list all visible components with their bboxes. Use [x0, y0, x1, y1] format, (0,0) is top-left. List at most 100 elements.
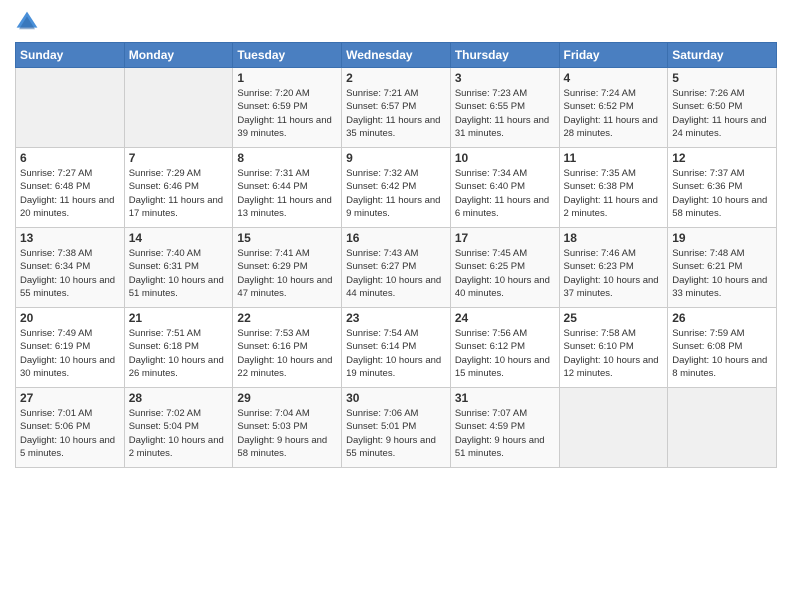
- day-number: 28: [129, 391, 229, 405]
- day-number: 8: [237, 151, 337, 165]
- calendar-cell: [559, 388, 668, 468]
- day-info: Sunrise: 7:35 AM Sunset: 6:38 PM Dayligh…: [564, 167, 664, 220]
- weekday-header-wednesday: Wednesday: [342, 43, 451, 68]
- calendar-cell: 15 Sunrise: 7:41 AM Sunset: 6:29 PM Dayli…: [233, 228, 342, 308]
- day-number: 2: [346, 71, 446, 85]
- day-info: Sunrise: 7:31 AM Sunset: 6:44 PM Dayligh…: [237, 167, 337, 220]
- calendar-cell: 2Sunrise: 7:21 AM Sunset: 6:57 PM Daylig…: [342, 68, 451, 148]
- day-number: 19: [672, 231, 772, 245]
- day-info: Sunrise: 7:41 AM Sunset: 6:29 PM Dayligh…: [237, 247, 337, 300]
- calendar-cell: 31 Sunrise: 7:07 AM Sunset: 4:59 PM Dayli…: [450, 388, 559, 468]
- calendar-cell: 28 Sunrise: 7:02 AM Sunset: 5:04 PM Dayli…: [124, 388, 233, 468]
- calendar-cell: 6Sunrise: 7:27 AM Sunset: 6:48 PM Daylig…: [16, 148, 125, 228]
- weekday-header-friday: Friday: [559, 43, 668, 68]
- weekday-header-saturday: Saturday: [668, 43, 777, 68]
- calendar-cell: 7Sunrise: 7:29 AM Sunset: 6:46 PM Daylig…: [124, 148, 233, 228]
- calendar-cell: 29 Sunrise: 7:04 AM Sunset: 5:03 PM Dayli…: [233, 388, 342, 468]
- day-info: Sunrise: 7:59 AM Sunset: 6:08 PM Dayligh…: [672, 327, 772, 380]
- day-info: Sunrise: 7:37 AM Sunset: 6:36 PM Dayligh…: [672, 167, 772, 220]
- calendar-cell: 16 Sunrise: 7:43 AM Sunset: 6:27 PM Dayli…: [342, 228, 451, 308]
- day-info: Sunrise: 7:54 AM Sunset: 6:14 PM Dayligh…: [346, 327, 446, 380]
- day-info: Sunrise: 7:56 AM Sunset: 6:12 PM Dayligh…: [455, 327, 555, 380]
- calendar-table: SundayMondayTuesdayWednesdayThursdayFrid…: [15, 42, 777, 468]
- day-number: 4: [564, 71, 664, 85]
- day-info: Sunrise: 7:26 AM Sunset: 6:50 PM Dayligh…: [672, 87, 772, 140]
- day-info: Sunrise: 7:46 AM Sunset: 6:23 PM Dayligh…: [564, 247, 664, 300]
- calendar-cell: 23 Sunrise: 7:54 AM Sunset: 6:14 PM Dayli…: [342, 308, 451, 388]
- day-number: 1: [237, 71, 337, 85]
- calendar-cell: [16, 68, 125, 148]
- weekday-header-sunday: Sunday: [16, 43, 125, 68]
- calendar-cell: 4 Sunrise: 7:24 AM Sunset: 6:52 PM Daylig…: [559, 68, 668, 148]
- day-number: 27: [20, 391, 120, 405]
- day-info: Sunrise: 7:34 AM Sunset: 6:40 PM Dayligh…: [455, 167, 555, 220]
- day-number: 16: [346, 231, 446, 245]
- calendar-cell: 12 Sunrise: 7:37 AM Sunset: 6:36 PM Dayli…: [668, 148, 777, 228]
- weekday-header-row: SundayMondayTuesdayWednesdayThursdayFrid…: [16, 43, 777, 68]
- day-number: 11: [564, 151, 664, 165]
- calendar-cell: 1 Sunrise: 7:20 AM Sunset: 6:59 PM Daylig…: [233, 68, 342, 148]
- calendar-cell: 9Sunrise: 7:32 AM Sunset: 6:42 PM Daylig…: [342, 148, 451, 228]
- week-row-1: 1 Sunrise: 7:20 AM Sunset: 6:59 PM Daylig…: [16, 68, 777, 148]
- day-number: 31: [455, 391, 555, 405]
- day-number: 29: [237, 391, 337, 405]
- day-info: Sunrise: 7:04 AM Sunset: 5:03 PM Dayligh…: [237, 407, 337, 460]
- calendar-cell: 19 Sunrise: 7:48 AM Sunset: 6:21 PM Dayli…: [668, 228, 777, 308]
- calendar-cell: 26Sunrise: 7:59 AM Sunset: 6:08 PM Dayli…: [668, 308, 777, 388]
- weekday-header-tuesday: Tuesday: [233, 43, 342, 68]
- day-number: 24: [455, 311, 555, 325]
- day-info: Sunrise: 7:53 AM Sunset: 6:16 PM Dayligh…: [237, 327, 337, 380]
- day-info: Sunrise: 7:02 AM Sunset: 5:04 PM Dayligh…: [129, 407, 229, 460]
- day-info: Sunrise: 7:24 AM Sunset: 6:52 PM Dayligh…: [564, 87, 664, 140]
- logo-icon: [15, 10, 39, 34]
- calendar-cell: [668, 388, 777, 468]
- calendar-cell: 8 Sunrise: 7:31 AM Sunset: 6:44 PM Daylig…: [233, 148, 342, 228]
- calendar-cell: 13 Sunrise: 7:38 AM Sunset: 6:34 PM Dayli…: [16, 228, 125, 308]
- day-info: Sunrise: 7:38 AM Sunset: 6:34 PM Dayligh…: [20, 247, 120, 300]
- day-number: 15: [237, 231, 337, 245]
- day-number: 18: [564, 231, 664, 245]
- day-number: 22: [237, 311, 337, 325]
- logo: [15, 10, 43, 34]
- calendar-cell: 25 Sunrise: 7:58 AM Sunset: 6:10 PM Dayli…: [559, 308, 668, 388]
- calendar-cell: 24 Sunrise: 7:56 AM Sunset: 6:12 PM Dayli…: [450, 308, 559, 388]
- day-info: Sunrise: 7:29 AM Sunset: 6:46 PM Dayligh…: [129, 167, 229, 220]
- week-row-5: 27 Sunrise: 7:01 AM Sunset: 5:06 PM Dayli…: [16, 388, 777, 468]
- day-number: 17: [455, 231, 555, 245]
- day-info: Sunrise: 7:48 AM Sunset: 6:21 PM Dayligh…: [672, 247, 772, 300]
- day-number: 20: [20, 311, 120, 325]
- calendar-cell: 17 Sunrise: 7:45 AM Sunset: 6:25 PM Dayli…: [450, 228, 559, 308]
- day-info: Sunrise: 7:20 AM Sunset: 6:59 PM Dayligh…: [237, 87, 337, 140]
- day-number: 30: [346, 391, 446, 405]
- calendar-cell: 18 Sunrise: 7:46 AM Sunset: 6:23 PM Dayli…: [559, 228, 668, 308]
- calendar-cell: 5Sunrise: 7:26 AM Sunset: 6:50 PM Daylig…: [668, 68, 777, 148]
- day-number: 9: [346, 151, 446, 165]
- day-number: 3: [455, 71, 555, 85]
- day-info: Sunrise: 7:06 AM Sunset: 5:01 PM Dayligh…: [346, 407, 446, 460]
- day-info: Sunrise: 7:27 AM Sunset: 6:48 PM Dayligh…: [20, 167, 120, 220]
- day-number: 21: [129, 311, 229, 325]
- calendar-cell: 21Sunrise: 7:51 AM Sunset: 6:18 PM Dayli…: [124, 308, 233, 388]
- weekday-header-monday: Monday: [124, 43, 233, 68]
- calendar-cell: 14Sunrise: 7:40 AM Sunset: 6:31 PM Dayli…: [124, 228, 233, 308]
- day-info: Sunrise: 7:58 AM Sunset: 6:10 PM Dayligh…: [564, 327, 664, 380]
- day-info: Sunrise: 7:01 AM Sunset: 5:06 PM Dayligh…: [20, 407, 120, 460]
- week-row-4: 20 Sunrise: 7:49 AM Sunset: 6:19 PM Dayli…: [16, 308, 777, 388]
- day-info: Sunrise: 7:45 AM Sunset: 6:25 PM Dayligh…: [455, 247, 555, 300]
- weekday-header-thursday: Thursday: [450, 43, 559, 68]
- calendar-cell: 22 Sunrise: 7:53 AM Sunset: 6:16 PM Dayli…: [233, 308, 342, 388]
- day-info: Sunrise: 7:43 AM Sunset: 6:27 PM Dayligh…: [346, 247, 446, 300]
- day-number: 13: [20, 231, 120, 245]
- header: [15, 10, 777, 34]
- day-info: Sunrise: 7:40 AM Sunset: 6:31 PM Dayligh…: [129, 247, 229, 300]
- day-number: 25: [564, 311, 664, 325]
- day-info: Sunrise: 7:23 AM Sunset: 6:55 PM Dayligh…: [455, 87, 555, 140]
- day-number: 23: [346, 311, 446, 325]
- week-row-3: 13 Sunrise: 7:38 AM Sunset: 6:34 PM Dayli…: [16, 228, 777, 308]
- calendar-cell: 30 Sunrise: 7:06 AM Sunset: 5:01 PM Dayli…: [342, 388, 451, 468]
- day-number: 12: [672, 151, 772, 165]
- page: SundayMondayTuesdayWednesdayThursdayFrid…: [0, 0, 792, 612]
- day-info: Sunrise: 7:07 AM Sunset: 4:59 PM Dayligh…: [455, 407, 555, 460]
- calendar-cell: 3 Sunrise: 7:23 AM Sunset: 6:55 PM Daylig…: [450, 68, 559, 148]
- day-info: Sunrise: 7:49 AM Sunset: 6:19 PM Dayligh…: [20, 327, 120, 380]
